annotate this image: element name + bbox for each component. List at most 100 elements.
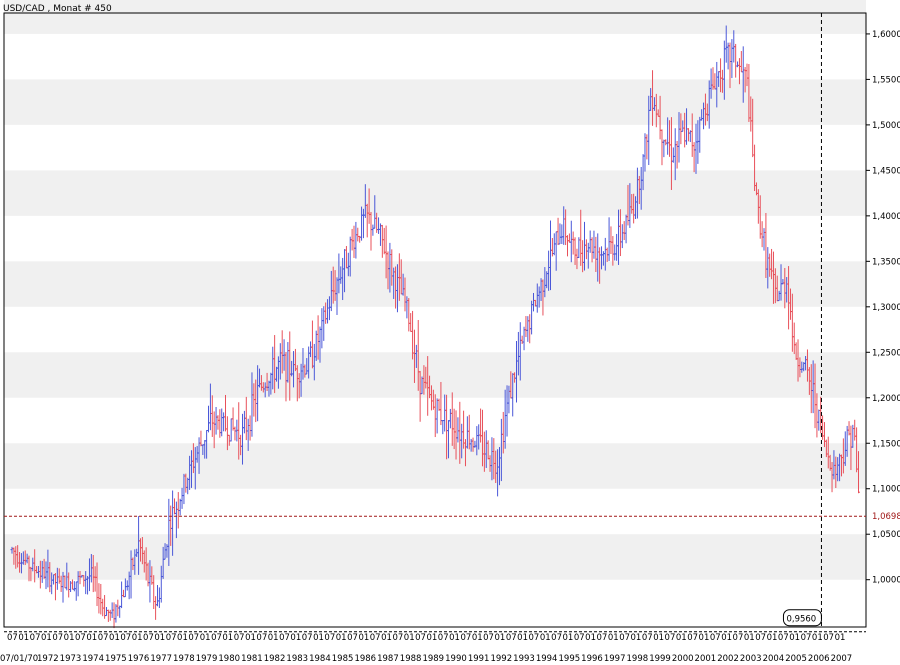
ohlc-bar	[622, 221, 626, 241]
ohlc-bar	[435, 398, 439, 434]
ohlc-bar	[613, 244, 617, 261]
ohlc-bar	[118, 605, 122, 618]
x-tick-label-year: 1974	[82, 654, 104, 664]
x-tick-label-month: 01	[721, 633, 732, 643]
x-tick-label-year: 1977	[150, 654, 172, 664]
x-tick-label-year: 1997	[604, 654, 626, 664]
ohlc-bar	[675, 140, 679, 169]
x-tick-label-year: 1981	[241, 654, 263, 664]
ohlc-bar	[233, 426, 237, 441]
ohlc-bar	[792, 322, 796, 355]
x-tick-label-month: 07	[234, 633, 245, 643]
ohlc-bar	[560, 224, 564, 244]
x-tick-label-year: 1976	[128, 654, 150, 664]
ohlc-bar	[112, 602, 116, 629]
ohlc-bar	[617, 209, 621, 265]
x-tick-label-month: 01	[449, 633, 460, 643]
ohlc-bar	[573, 237, 577, 265]
ohlc-bar	[611, 236, 615, 266]
ohlc-bar	[220, 408, 224, 437]
x-tick-label-year: 1986	[354, 654, 376, 664]
x-tick-label-year: 1972	[37, 654, 59, 664]
ohlc-bar	[231, 407, 235, 431]
ohlc-bar	[106, 609, 110, 622]
x-tick-label-month: 01	[381, 633, 392, 643]
ohlc-bar	[624, 214, 628, 244]
x-tick-label-year: 1993	[513, 654, 535, 664]
ohlc-bar	[378, 223, 382, 246]
x-tick-label-year: 1994	[536, 654, 558, 664]
x-tick-label-month: 07	[392, 633, 403, 643]
ohlc-bar	[452, 408, 456, 450]
ohlc-bar	[74, 581, 78, 601]
x-tick-label-month: 07	[279, 633, 290, 643]
chart-canvas[interactable]: 1,0000 1,0500 1,1000 1,1500 1,2000 1,2500 1,30…	[0, 0, 900, 665]
x-tick-label-month: 07	[619, 633, 630, 643]
ohlc-bar	[123, 578, 127, 598]
y-tick-label: 1,0500	[872, 530, 900, 540]
x-tick-label-month: 01	[18, 633, 29, 643]
ohlc-bar	[524, 316, 528, 338]
x-tick-label-month: 01	[517, 633, 528, 643]
ohlc-bar	[615, 233, 619, 261]
ohlc-bar	[815, 393, 819, 438]
x-tick-label-month: 01	[154, 633, 165, 643]
ohlc-bar	[172, 498, 176, 515]
x-tick-label-month: 01	[540, 633, 551, 643]
ohlc-bar	[114, 604, 118, 623]
x-tick-label-month: 07	[324, 633, 335, 643]
x-tick-label-month: 07	[30, 633, 41, 643]
x-tick-label-month: 01	[835, 633, 846, 643]
x-tick-label-month: 01	[200, 633, 211, 643]
x-tick-label-month: 07	[778, 633, 789, 643]
x-tick-label-month: 01	[563, 633, 574, 643]
x-tick-label-month: 01	[404, 633, 415, 643]
x-tick-label-month: 07	[597, 633, 608, 643]
ohlc-bar	[760, 221, 764, 248]
ohlc-bar	[99, 583, 103, 615]
ohlc-bar	[739, 51, 743, 73]
x-tick-label-year: 1995	[559, 654, 581, 664]
x-tick-label-month: 07	[733, 633, 744, 643]
ohlc-bar	[762, 228, 766, 251]
y-tick-label: 1,3000	[872, 303, 900, 313]
ohlc-bar	[662, 139, 666, 158]
ohlc-bar	[692, 142, 696, 173]
ohlc-bar	[590, 237, 594, 263]
ohlc-bar	[155, 585, 159, 607]
ohlc-bar	[218, 409, 222, 438]
ohlc-bar	[207, 405, 211, 433]
x-tick-label-year: 1984	[309, 654, 331, 664]
ohlc-bar	[479, 408, 483, 443]
x-tick-label-month: 01	[132, 633, 143, 643]
background-band	[4, 0, 866, 34]
ohlc-bar	[607, 217, 611, 262]
ohlc-bar	[618, 209, 622, 257]
ohlc-bar	[671, 147, 675, 163]
x-tick-label-month: 07	[801, 633, 812, 643]
x-tick-label-year: 1990	[445, 654, 467, 664]
x-tick-label-year: 2003	[740, 654, 762, 664]
x-tick-label-year: 2001	[695, 654, 717, 664]
background-band	[4, 443, 866, 489]
x-tick-label-month: 07	[551, 633, 562, 643]
x-tick-label-month: 01	[313, 633, 324, 643]
ohlc-bar	[212, 411, 216, 449]
ohlc-bar	[210, 395, 214, 437]
ohlc-bar	[620, 224, 624, 249]
x-tick-label-year: 1992	[490, 654, 512, 664]
x-tick-label-month: 01	[86, 633, 97, 643]
x-tick-label-month: 07	[52, 633, 63, 643]
current-price-label: 1,0698	[872, 512, 900, 522]
x-tick-label-year: 1996	[581, 654, 603, 664]
chart-window: 1,0000 1,0500 1,1000 1,1500 1,2000 1,2500 1,30…	[0, 0, 900, 665]
ohlc-bar	[369, 211, 373, 251]
ohlc-bar	[686, 128, 690, 142]
y-tick-label: 1,0000	[872, 576, 900, 586]
x-tick-label-month: 01	[653, 633, 664, 643]
ohlc-bar	[730, 39, 734, 79]
ohlc-bar	[229, 418, 233, 442]
x-tick-label-month: 07	[120, 633, 131, 643]
y-tick-label: 1,6000	[872, 30, 900, 40]
ohlc-bar	[664, 139, 668, 146]
